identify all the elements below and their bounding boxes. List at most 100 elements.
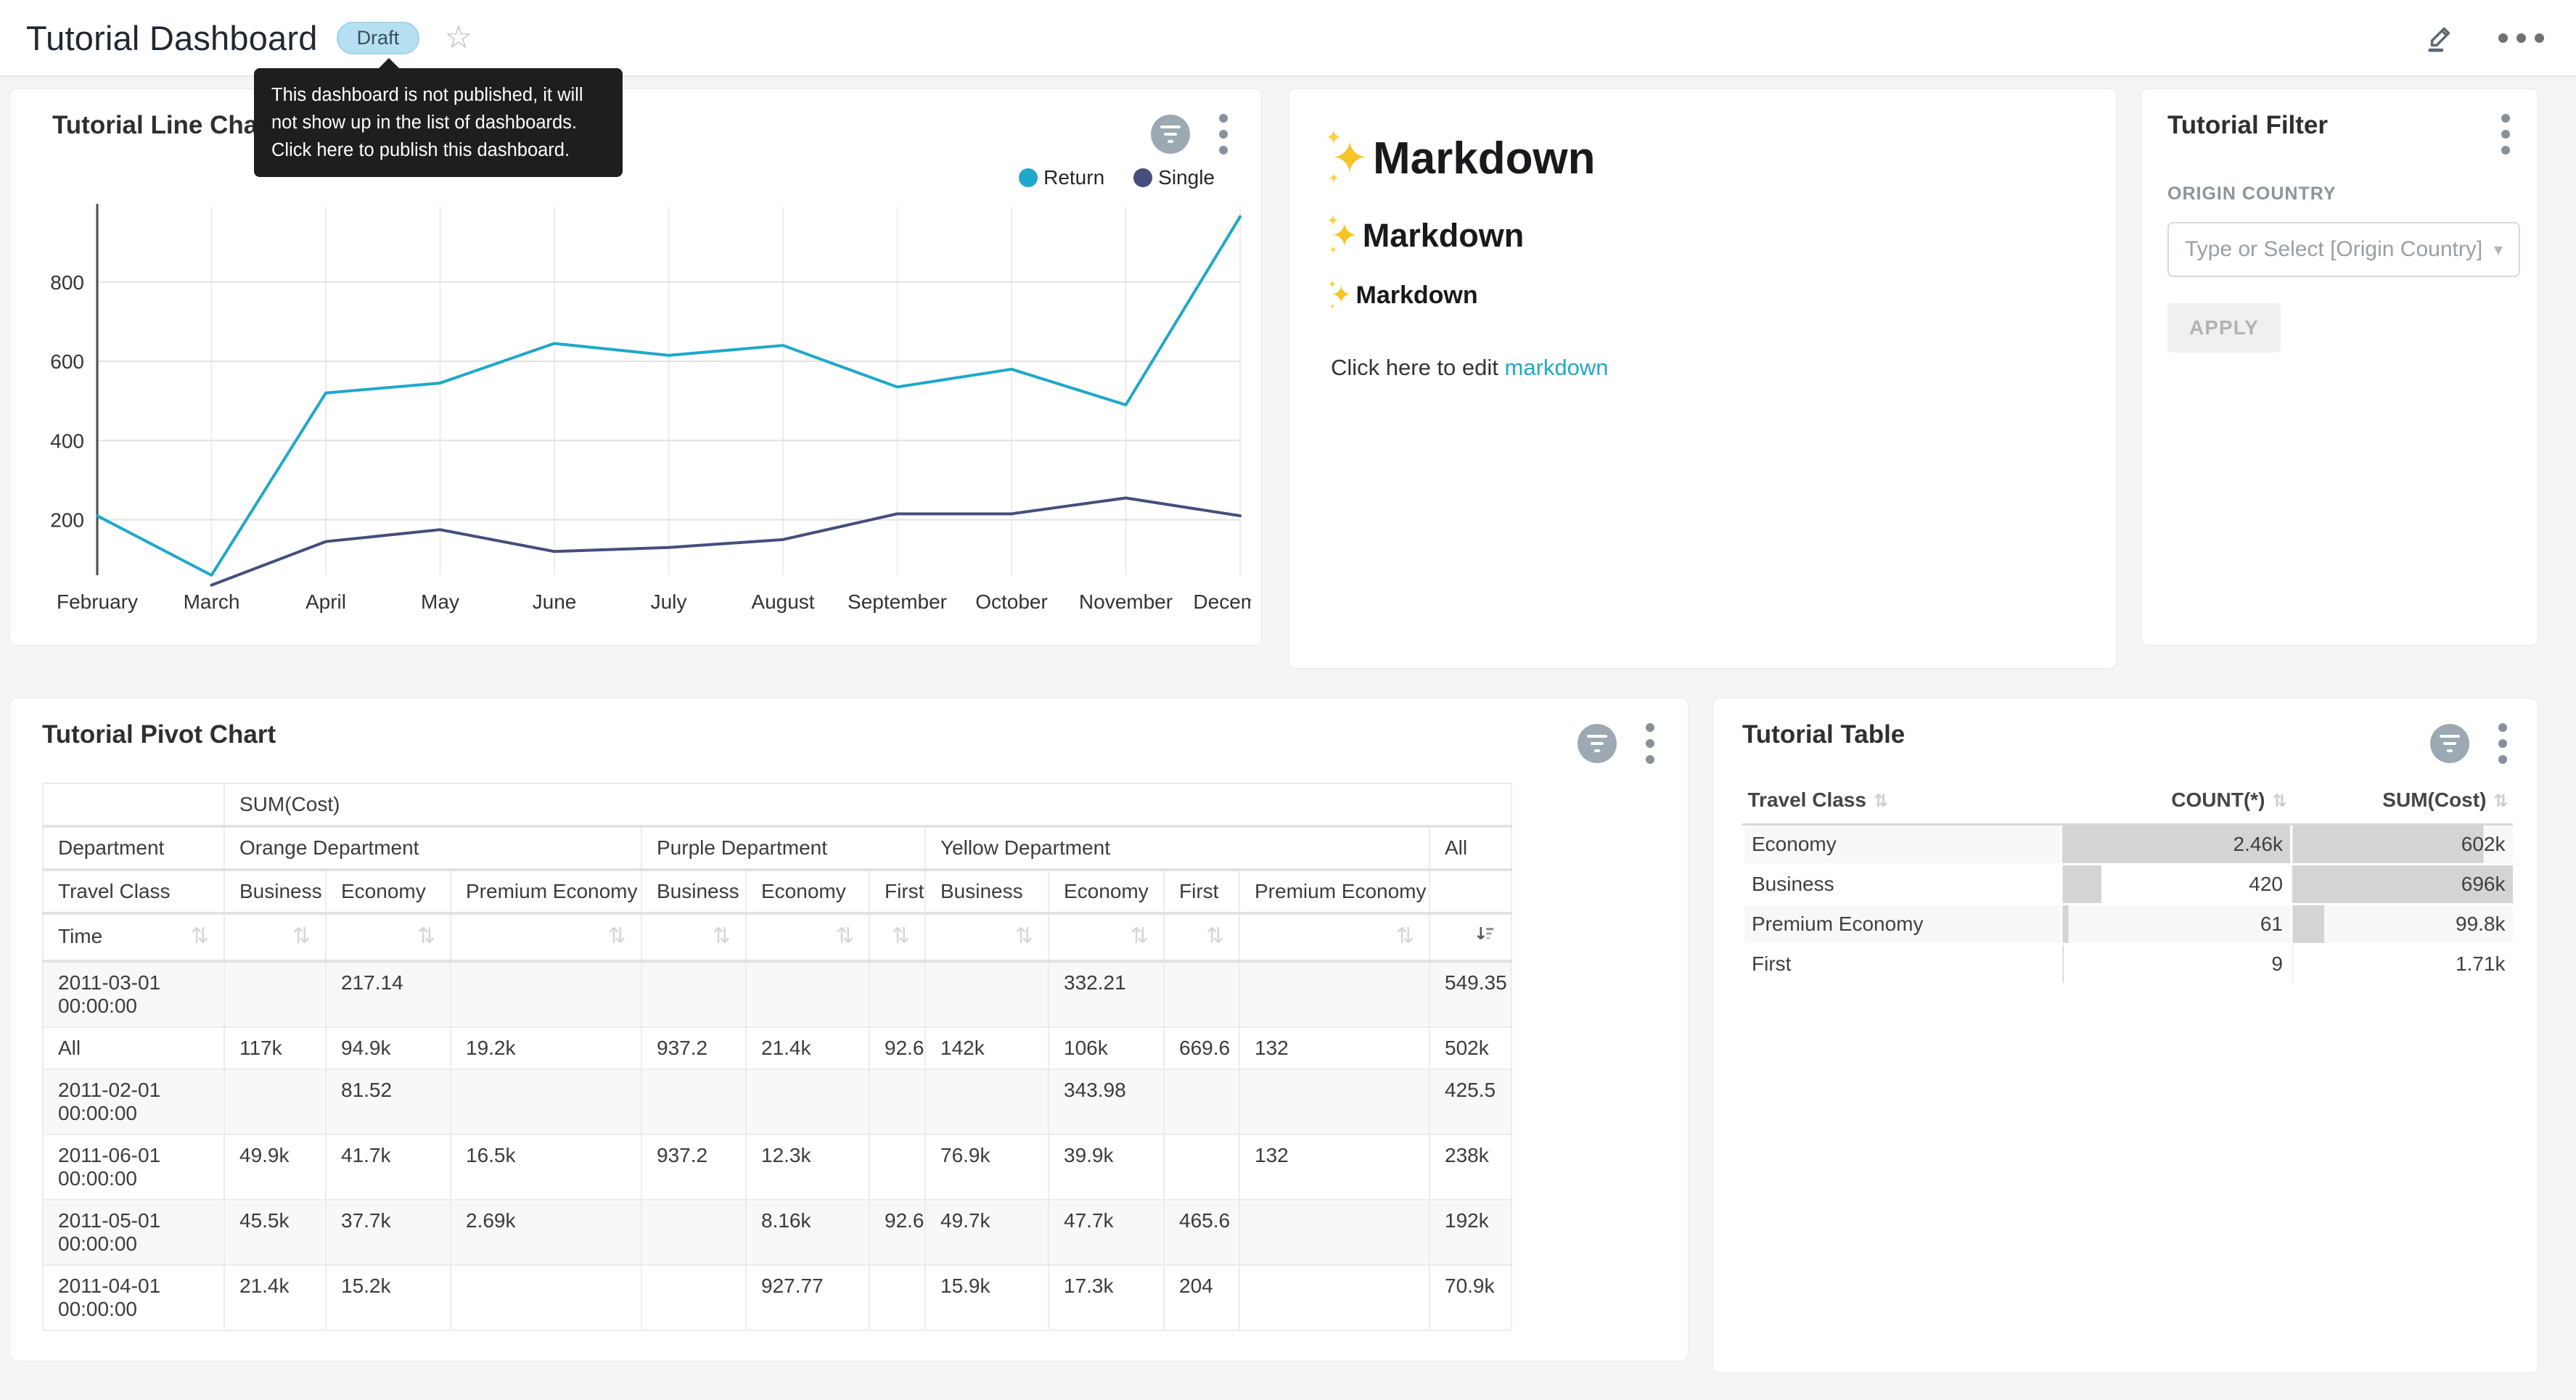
sort-icon[interactable]: ⇅ [1874, 791, 1888, 811]
pivot-cell: 238k [1429, 1135, 1511, 1200]
sort-descending-icon[interactable] [1474, 923, 1496, 951]
x-axis-label: May [421, 590, 459, 613]
sort-icon[interactable]: ⇅ [608, 923, 626, 949]
sort-icon[interactable]: ⇅ [713, 923, 731, 949]
chart-menu-icon[interactable] [1215, 111, 1232, 157]
draft-status-badge[interactable]: Draft [337, 22, 420, 54]
pivot-cell: 92.6 [869, 1200, 925, 1265]
pivot-cell: 8.16k [746, 1200, 869, 1265]
legend-item[interactable]: Return [1019, 166, 1104, 189]
series-line-single [212, 498, 1241, 585]
pivot-sort-cell: ⇅ [326, 913, 451, 961]
sort-icon[interactable]: ⇅ [2272, 791, 2286, 811]
cross-filter-icon[interactable] [2430, 724, 2469, 763]
edit-pencil-icon[interactable] [2424, 20, 2458, 57]
table-column-header[interactable]: SUM(Cost)⇅ [2292, 777, 2513, 825]
pivot-sort-cell: ⇅ [1049, 913, 1164, 961]
legend-item[interactable]: Single [1133, 166, 1215, 189]
pivot-chart-card: Tutorial Pivot Chart SUM(Cost)Department… [9, 698, 1689, 1362]
markdown-h2: ✦✦✦Markdown [1331, 216, 2080, 255]
pivot-cell: 94.9k [326, 1027, 451, 1069]
pivot-cell: 204 [1164, 1265, 1239, 1330]
pivot-sort-cell: ⇅ [224, 913, 326, 961]
publish-tooltip[interactable]: This dashboard is not published, it will… [254, 68, 623, 177]
edit-markdown-link[interactable]: markdown [1505, 355, 1609, 380]
pivot-sort-cell: ⇅ [746, 913, 869, 961]
pivot-cell: 927.77 [746, 1265, 869, 1330]
sum-cost-cell: 1.71k [2292, 944, 2513, 984]
pivot-cell [869, 1135, 925, 1200]
pivot-row: 2011-02-01 00:00:0081.52343.98425.5 [43, 1069, 1511, 1135]
travel-class-cell: Economy [1744, 825, 2062, 865]
sort-icon[interactable]: ⇅ [1131, 923, 1149, 949]
pivot-class-header: First [869, 870, 925, 913]
cross-filter-icon[interactable] [1578, 724, 1617, 763]
pivot-cell: 47.7k [1049, 1200, 1164, 1265]
legend-label: Return [1043, 166, 1104, 189]
pivot-cell: 132 [1239, 1135, 1429, 1200]
pivot-cell: 41.7k [326, 1135, 451, 1200]
sort-icon[interactable]: ⇅ [292, 923, 311, 949]
pivot-row-header: 2011-03-01 00:00:00 [43, 961, 224, 1027]
column-header-label: Travel Class [1748, 788, 1866, 811]
pivot-cell: 39.9k [1049, 1135, 1164, 1200]
favorite-star-icon[interactable]: ☆ [444, 22, 472, 54]
pivot-sort-cell [1429, 913, 1511, 961]
pivot-cell: 217.14 [326, 961, 451, 1027]
table-row[interactable]: First91.71k [1744, 944, 2513, 984]
x-axis-label: September [848, 590, 947, 613]
line-chart-card: Tutorial Line Chart Return Single Februar… [9, 88, 1262, 646]
column-header-label: COUNT(*) [2171, 788, 2265, 811]
sort-icon[interactable]: ⇅ [1396, 923, 1414, 949]
table-row[interactable]: Business420696k [1744, 865, 2513, 905]
x-axis-label: February [57, 590, 138, 613]
table-row[interactable]: Premium Economy6199.8k [1744, 905, 2513, 944]
sort-icon[interactable]: ⇅ [191, 923, 209, 949]
pivot-class-header: Premium Economy [1239, 870, 1429, 913]
markdown-card: ✦✦✦Markdown ✦✦✦Markdown ✦✦✦Markdown Clic… [1288, 88, 2117, 669]
apply-button[interactable]: APPLY [2167, 303, 2281, 353]
pivot-cell: 49.7k [925, 1200, 1049, 1265]
pivot-class-header: Business [224, 870, 326, 913]
sort-icon[interactable]: ⇅ [417, 923, 435, 949]
legend-label: Single [1158, 166, 1215, 189]
table-row[interactable]: Economy2.46k602k [1744, 825, 2513, 865]
more-actions-icon[interactable] [2498, 33, 2544, 43]
pivot-sort-cell: ⇅ [641, 913, 746, 961]
sort-icon[interactable]: ⇅ [1015, 923, 1033, 949]
x-axis-label: April [305, 590, 346, 613]
pivot-cell: 70.9k [1429, 1265, 1511, 1330]
chart-menu-icon[interactable] [1641, 720, 1659, 767]
sort-icon[interactable]: ⇅ [892, 923, 910, 949]
pivot-cell: 15.9k [925, 1265, 1049, 1330]
pivot-sort-cell: ⇅ [1164, 913, 1239, 961]
page-title: Tutorial Dashboard [26, 18, 318, 58]
legend-dot [1133, 168, 1152, 187]
pivot-cell: 49.9k [224, 1135, 326, 1200]
chart-menu-icon[interactable] [2494, 720, 2511, 767]
line-chart-title: Tutorial Line Chart [52, 111, 276, 140]
pivot-cell [1239, 1265, 1429, 1330]
table-column-header[interactable]: Travel Class ⇅ [1744, 777, 2062, 825]
pivot-cell: 332.21 [1049, 961, 1164, 1027]
filter-menu-icon[interactable] [2497, 111, 2514, 157]
sort-icon[interactable]: ⇅ [1206, 923, 1224, 949]
pivot-chart-title: Tutorial Pivot Chart [42, 720, 276, 749]
table-column-header[interactable]: COUNT(*) ⇅ [2062, 777, 2292, 825]
pivot-cell [641, 961, 746, 1027]
sort-icon[interactable]: ⇅ [836, 923, 854, 949]
pivot-cell: 15.2k [326, 1265, 451, 1330]
pivot-cell: 21.4k [746, 1027, 869, 1069]
origin-country-select[interactable]: Type or Select [Origin Country] ▾ [2167, 222, 2520, 277]
chart-legend: Return Single [10, 157, 1261, 189]
sort-icon[interactable]: ⇅ [2493, 791, 2508, 811]
pivot-cell: 549.35 [1429, 961, 1511, 1027]
cross-filter-icon[interactable] [1151, 115, 1190, 154]
pivot-cell: 19.2k [451, 1027, 641, 1069]
origin-country-label: ORIGIN COUNTRY [2167, 184, 2514, 205]
pivot-cell [746, 961, 869, 1027]
x-axis-label: October [975, 590, 1048, 613]
pivot-row-header: 2011-04-01 00:00:00 [43, 1265, 224, 1330]
tutorial-table: Travel Class⇅COUNT(*)⇅SUM(Cost)⇅Economy2… [1742, 777, 2513, 985]
pivot-travel-class-label: Travel Class [43, 870, 224, 913]
